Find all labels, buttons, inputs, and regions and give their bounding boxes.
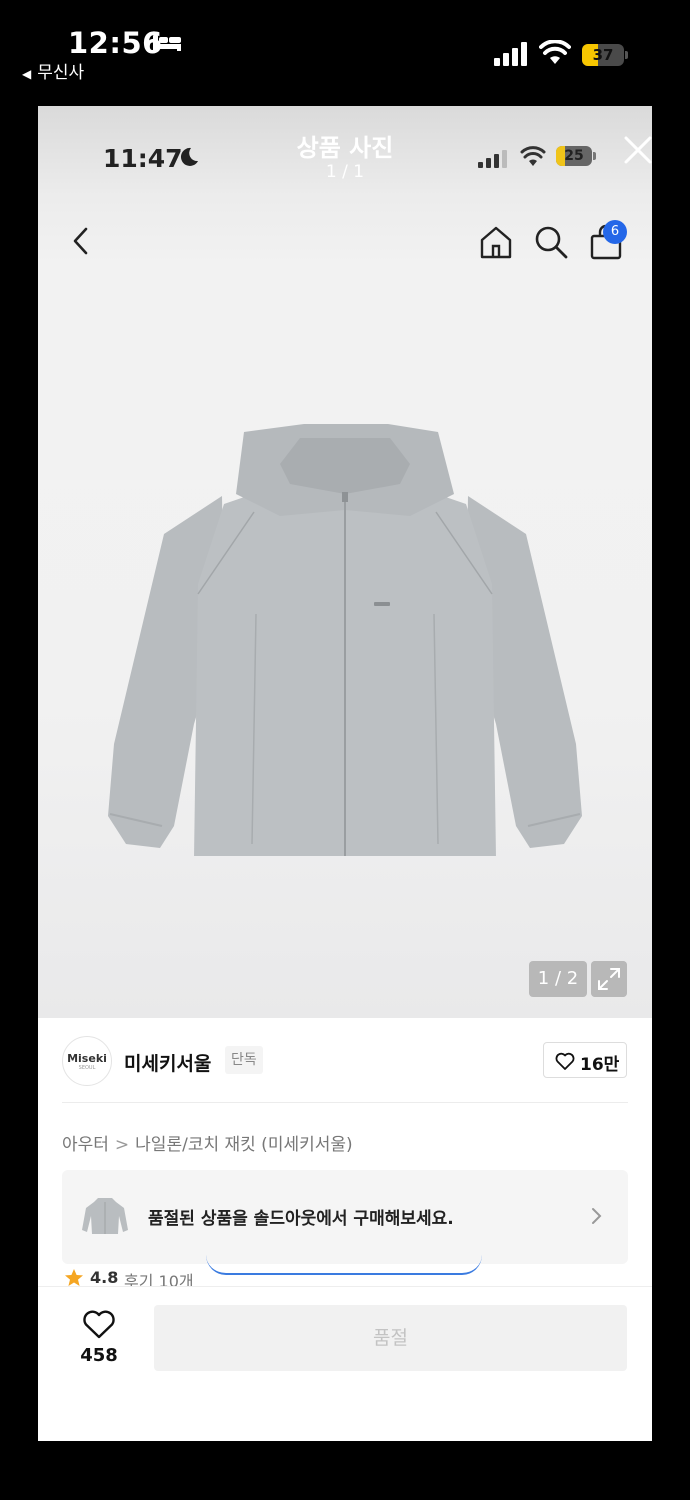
back-arrow-icon[interactable] — [66, 224, 96, 258]
cart-count-badge: 6 — [603, 220, 627, 244]
status-bar-time: 12:56 — [68, 26, 163, 60]
inner-signal-icon — [478, 150, 507, 168]
breadcrumb: 아우터 > 나일론/코치 재킷 (미세키서울) — [62, 1130, 353, 1155]
star-icon — [65, 1269, 83, 1286]
inner-wifi-icon — [520, 146, 546, 166]
soldout-banner[interactable]: 품절된 상품을 솔드아웃에서 구매해보세요. — [62, 1170, 628, 1264]
brand-logo[interactable]: Miseki SEOUL — [62, 1036, 112, 1086]
brand-name[interactable]: 미세키서울 — [124, 1049, 211, 1076]
wifi-icon — [539, 40, 571, 64]
home-icon[interactable] — [478, 224, 514, 260]
inner-battery-icon: 25 — [556, 146, 596, 166]
breadcrumb-category[interactable]: 아우터 — [62, 1135, 109, 1155]
wish-count: 458 — [80, 1345, 118, 1366]
chevron-right-icon — [592, 1208, 602, 1224]
soldout-button[interactable]: 품절 — [154, 1305, 627, 1371]
breadcrumb-subcategory[interactable]: 나일론/코치 재킷 (미세키서울) — [135, 1135, 352, 1155]
brand-like-count: 16만 — [580, 1055, 620, 1075]
heart-icon — [555, 1052, 575, 1070]
breadcrumb-separator: > — [114, 1135, 130, 1155]
expand-icon[interactable] — [591, 961, 627, 997]
battery-icon: 37 — [582, 44, 628, 66]
close-icon[interactable] — [622, 134, 652, 166]
heart-icon[interactable] — [82, 1309, 116, 1339]
search-icon[interactable] — [533, 224, 569, 260]
product-photo-area[interactable]: 11:47 상품 사진 1 / 1 25 6 1 / 2 — [38, 106, 652, 1018]
image-counter: 1 / 2 — [529, 961, 587, 997]
screenshot-viewer: 11:47 상품 사진 1 / 1 25 6 1 / 2 Miseki SEOU… — [38, 106, 652, 1441]
popup-edge — [206, 1251, 482, 1275]
back-triangle-icon: ◀ — [22, 67, 32, 81]
product-image-jacket — [108, 424, 582, 856]
exclusive-tag: 단독 — [225, 1046, 263, 1074]
bed-icon — [153, 35, 181, 51]
brand-like-button[interactable]: 16만 — [543, 1042, 627, 1078]
signal-icon — [494, 42, 527, 66]
soldout-banner-text: 품절된 상품을 솔드아웃에서 구매해보세요. — [148, 1209, 454, 1229]
rating-score: 4.8 — [90, 1268, 119, 1287]
divider — [62, 1102, 628, 1103]
bottom-action-bar: 458 품절 — [38, 1286, 652, 1441]
back-app-label: 무신사 — [37, 63, 85, 83]
jacket-thumbnail — [82, 1198, 128, 1234]
back-to-app-link[interactable]: ◀ 무신사 — [22, 58, 84, 83]
